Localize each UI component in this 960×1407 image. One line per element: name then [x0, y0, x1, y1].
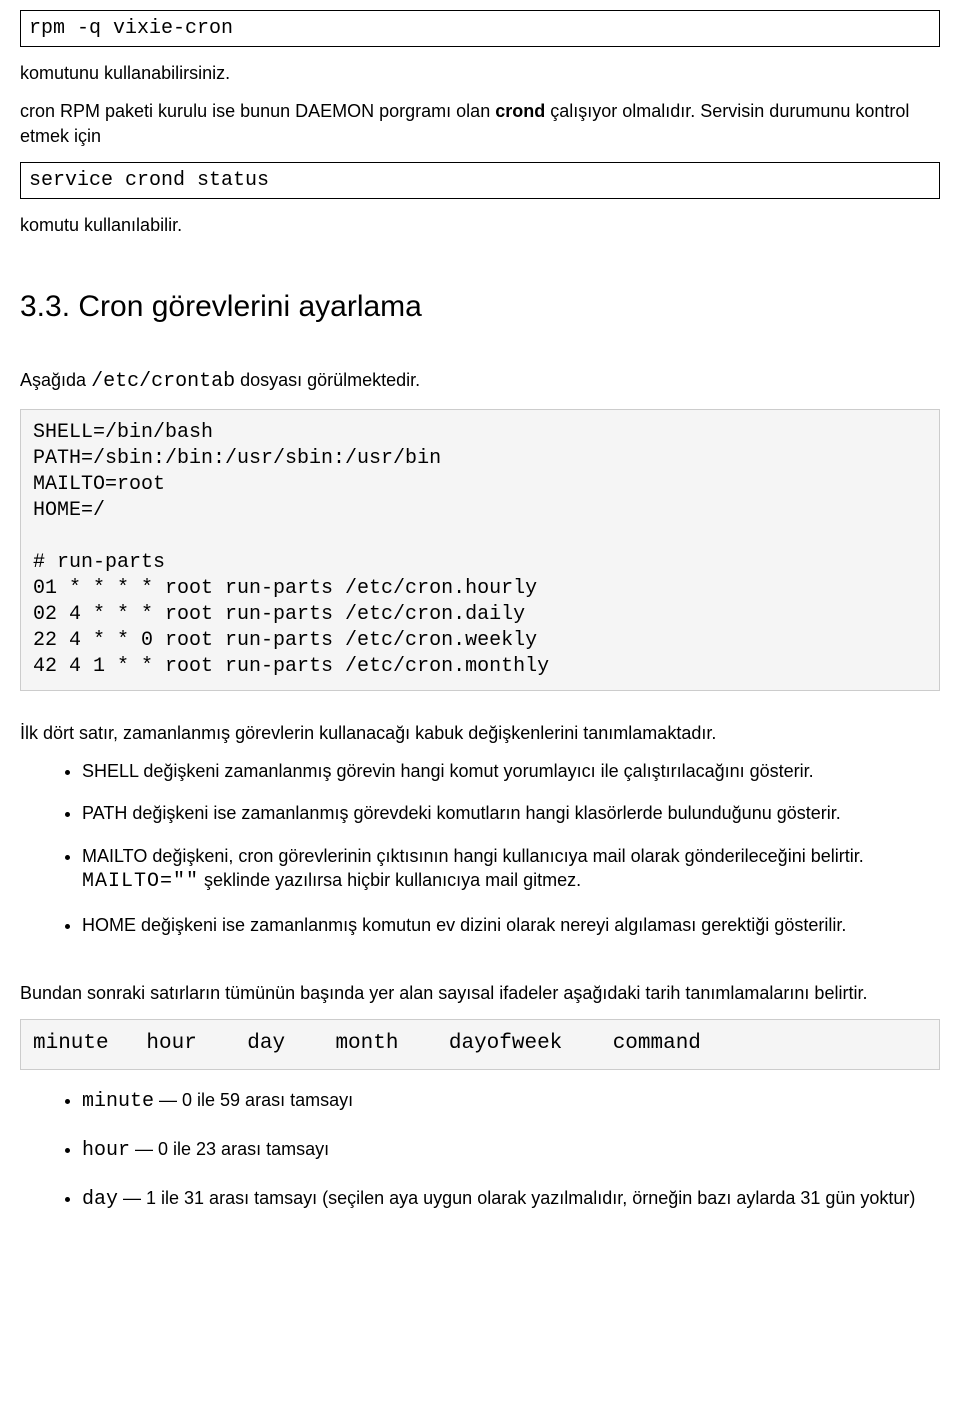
- paragraph: komutu kullanılabilir.: [20, 213, 940, 237]
- text: cron RPM paketi kurulu ise bunun DAEMON …: [20, 101, 495, 121]
- text: dosyası görülmektedir.: [235, 370, 420, 390]
- code-inline: minute: [82, 1090, 154, 1113]
- paragraph: İlk dört satır, zamanlanmış görevlerin k…: [20, 721, 940, 745]
- code-inline: MAILTO="": [82, 870, 199, 893]
- text: Aşağıda: [20, 370, 91, 390]
- paragraph: Aşağıda /etc/crontab dosyası görülmekted…: [20, 368, 940, 395]
- list-item: MAILTO değişkeni, cron görevlerinin çıkt…: [82, 844, 940, 895]
- bullet-list-vars: SHELL değişkeni zamanlanmış görevin hang…: [20, 759, 940, 937]
- bullet-list-fields: minute — 0 ile 59 arası tamsayı hour — 0…: [20, 1088, 940, 1213]
- list-item: SHELL değişkeni zamanlanmış görevin hang…: [82, 759, 940, 783]
- list-item: minute — 0 ile 59 arası tamsayı: [82, 1088, 940, 1115]
- text: MAILTO değişkeni, cron görevlerinin çıkt…: [82, 846, 864, 866]
- bold-text: crond: [495, 101, 545, 121]
- code-inline: /etc/crontab: [91, 370, 235, 393]
- command-box-rpm: rpm -q vixie-cron: [20, 10, 940, 47]
- text: — 0 ile 23 arası tamsayı: [130, 1139, 329, 1159]
- text: — 0 ile 59 arası tamsayı: [154, 1090, 353, 1110]
- list-item: hour — 0 ile 23 arası tamsayı: [82, 1137, 940, 1164]
- command-box-service: service crond status: [20, 162, 940, 199]
- paragraph: Bundan sonraki satırların tümünün başınd…: [20, 981, 940, 1005]
- text: — 1 ile 31 arası tamsayı (seçilen aya uy…: [118, 1188, 915, 1208]
- code-inline: hour: [82, 1139, 130, 1162]
- list-item: HOME değişkeni ise zamanlanmış komutun e…: [82, 913, 940, 937]
- section-heading: 3.3. Cron görevlerini ayarlama: [20, 287, 940, 328]
- list-item: day — 1 ile 31 arası tamsayı (seçilen ay…: [82, 1186, 940, 1213]
- list-item: PATH değişkeni ise zamanlanmış görevdeki…: [82, 801, 940, 825]
- fields-code-block: minute hour day month dayofweek command: [20, 1019, 940, 1069]
- text: şeklinde yazılırsa hiçbir kullanıcıya ma…: [199, 870, 581, 890]
- paragraph: cron RPM paketi kurulu ise bunun DAEMON …: [20, 99, 940, 148]
- paragraph: komutunu kullanabilirsiniz.: [20, 61, 940, 85]
- crontab-code-block: SHELL=/bin/bash PATH=/sbin:/bin:/usr/sbi…: [20, 409, 940, 691]
- code-inline: day: [82, 1188, 118, 1211]
